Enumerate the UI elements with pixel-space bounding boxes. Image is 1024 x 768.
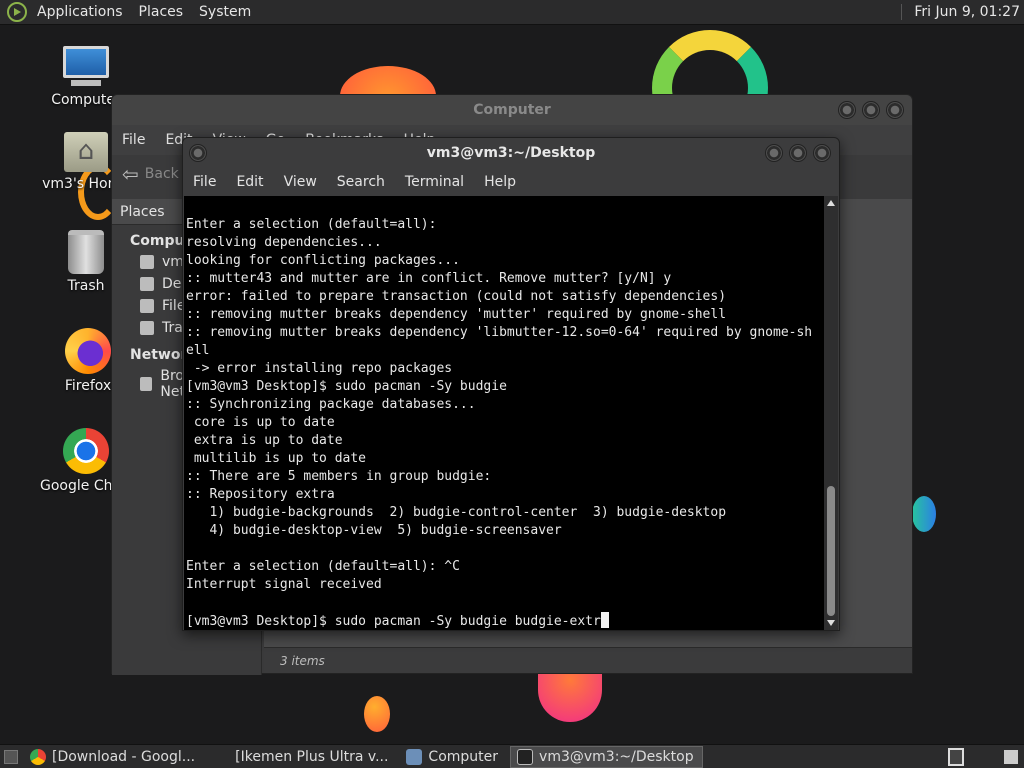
window-menu-button[interactable] bbox=[189, 144, 207, 162]
trash-icon bbox=[68, 230, 104, 274]
trash-icon bbox=[140, 321, 154, 335]
terminal-line: -> error installing repo packages bbox=[186, 361, 453, 376]
menu-help[interactable]: Help bbox=[474, 174, 526, 190]
computer-icon bbox=[61, 46, 111, 88]
terminal-line: resolving dependencies... bbox=[186, 235, 382, 250]
terminal-line: Enter a selection (default=all): ^C bbox=[186, 559, 460, 574]
taskbar-item-label: Computer bbox=[428, 748, 499, 765]
window-title: Computer bbox=[473, 102, 551, 118]
top-panel: Applications Places System Fri Jun 9, 01… bbox=[0, 0, 1024, 25]
clock[interactable]: Fri Jun 9, 01:27 bbox=[901, 4, 1020, 20]
terminal-icon bbox=[517, 748, 534, 765]
terminal-output[interactable]: Enter a selection (default=all): resolvin… bbox=[184, 196, 826, 630]
terminal-line: :: There are 5 members in group budgie: bbox=[186, 469, 492, 484]
taskbar-item-label: [Ikemen Plus Ultra v... bbox=[235, 748, 389, 765]
terminal-line: :: removing mutter breaks dependency 'li… bbox=[186, 325, 813, 340]
terminal-line: :: removing mutter breaks dependency 'mu… bbox=[186, 307, 727, 322]
terminal-scrollbar[interactable] bbox=[824, 196, 838, 630]
workspace-switcher[interactable] bbox=[948, 747, 964, 766]
maximize-button[interactable] bbox=[789, 144, 807, 162]
terminal-line: multilib is up to date bbox=[186, 451, 367, 466]
menu-edit[interactable]: Edit bbox=[226, 174, 273, 190]
ikemen-icon bbox=[213, 749, 229, 765]
maximize-button[interactable] bbox=[862, 101, 880, 119]
home-folder-icon bbox=[64, 132, 108, 172]
firefox-icon bbox=[65, 328, 111, 374]
chrome-icon bbox=[63, 428, 109, 474]
terminal-window: vm3@vm3:~/Desktop File Edit View Search … bbox=[182, 137, 840, 631]
taskbar-item-computer[interactable]: Computer bbox=[400, 746, 506, 768]
terminal-line: 1) budgie-backgrounds 2) budgie-control-… bbox=[186, 505, 727, 520]
home-icon bbox=[140, 255, 154, 269]
terminal-line: error: failed to prepare transaction (co… bbox=[186, 289, 727, 304]
scroll-down-arrow-icon[interactable] bbox=[827, 620, 835, 626]
file-manager-titlebar[interactable]: Computer bbox=[112, 95, 912, 125]
terminal-cursor bbox=[600, 612, 609, 628]
terminal-line: Enter a selection (default=all): bbox=[186, 217, 437, 232]
minimize-button[interactable] bbox=[838, 101, 856, 119]
menu-file[interactable]: File bbox=[112, 132, 155, 148]
wallpaper-shape bbox=[912, 496, 936, 532]
menu-search[interactable]: Search bbox=[327, 174, 395, 190]
status-bar: 3 items bbox=[264, 647, 912, 673]
wallpaper-shape bbox=[364, 696, 390, 732]
chrome-icon bbox=[30, 748, 46, 765]
scroll-up-arrow-icon[interactable] bbox=[827, 200, 835, 206]
terminal-line: 4) budgie-desktop-view 5) budgie-screens… bbox=[186, 523, 562, 538]
taskbar-item-label: vm3@vm3:~/Desktop bbox=[539, 748, 694, 765]
terminal-line: extra is up to date bbox=[186, 433, 343, 448]
terminal-line: :: Repository extra bbox=[186, 487, 335, 502]
computer-icon bbox=[406, 748, 423, 765]
taskbar-item-terminal[interactable]: vm3@vm3:~/Desktop bbox=[510, 745, 703, 768]
close-button[interactable] bbox=[813, 144, 831, 162]
drive-icon bbox=[140, 299, 154, 313]
terminal-line: :: mutter43 and mutter are in conflict. … bbox=[186, 271, 672, 286]
menu-file[interactable]: File bbox=[183, 174, 226, 190]
terminal-line: [vm3@vm3 Desktop]$ sudo pacman -Sy budgi… bbox=[186, 379, 507, 394]
close-button[interactable] bbox=[886, 101, 904, 119]
bottom-taskbar: [Download - Googl... [Ikemen Plus Ultra … bbox=[0, 744, 1024, 768]
menu-view[interactable]: View bbox=[274, 174, 327, 190]
window-title: vm3@vm3:~/Desktop bbox=[426, 145, 596, 161]
back-button[interactable]: Back bbox=[145, 166, 179, 182]
desktop-icon bbox=[140, 277, 154, 291]
terminal-line: ell bbox=[186, 343, 210, 358]
terminal-line: Interrupt signal received bbox=[186, 577, 382, 592]
terminal-titlebar[interactable]: vm3@vm3:~/Desktop bbox=[183, 138, 839, 168]
applications-menu[interactable]: Applications bbox=[29, 4, 131, 20]
menu-terminal[interactable]: Terminal bbox=[395, 174, 474, 190]
show-desktop-button[interactable] bbox=[4, 749, 18, 764]
minimize-button[interactable] bbox=[765, 144, 783, 162]
tray-icon[interactable] bbox=[1004, 749, 1018, 764]
places-menu[interactable]: Places bbox=[131, 4, 192, 20]
terminal-line: core is up to date bbox=[186, 415, 335, 430]
terminal-line: [vm3@vm3 Desktop]$ sudo pacman -Sy budgi… bbox=[186, 612, 826, 630]
taskbar-item-download[interactable]: [Download - Googl... bbox=[24, 746, 203, 768]
taskbar-item-label: [Download - Googl... bbox=[52, 748, 196, 765]
terminal-line: :: Synchronizing package databases... bbox=[186, 397, 476, 412]
terminal-menubar: File Edit View Search Terminal Help bbox=[183, 168, 839, 196]
system-menu[interactable]: System bbox=[191, 4, 259, 20]
scrollbar-thumb[interactable] bbox=[827, 486, 835, 616]
back-arrow-icon[interactable]: ⇦ bbox=[122, 162, 139, 186]
terminal-line: looking for conflicting packages... bbox=[186, 253, 460, 268]
distro-logo-icon[interactable] bbox=[7, 2, 27, 22]
taskbar-item-ikemen[interactable]: [Ikemen Plus Ultra v... bbox=[207, 746, 396, 768]
network-icon bbox=[140, 377, 153, 391]
